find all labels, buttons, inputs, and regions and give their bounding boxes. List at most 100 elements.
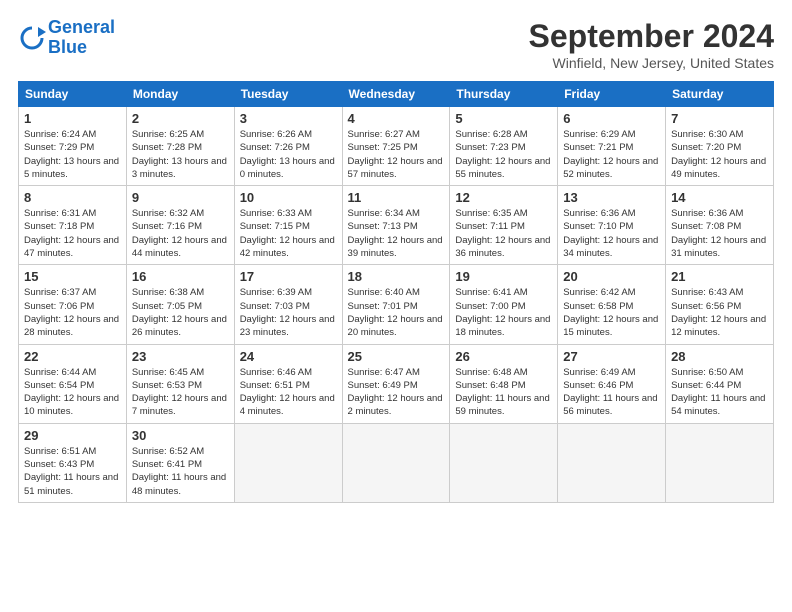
calendar-week-row: 8 Sunrise: 6:31 AMSunset: 7:18 PMDayligh… xyxy=(19,186,774,265)
table-row: 16 Sunrise: 6:38 AMSunset: 7:05 PMDaylig… xyxy=(126,265,234,344)
day-number: 28 xyxy=(671,349,768,364)
day-number: 17 xyxy=(240,269,337,284)
day-number: 15 xyxy=(24,269,121,284)
table-row xyxy=(450,423,558,502)
logo-icon xyxy=(18,24,46,52)
day-info: Sunrise: 6:37 AMSunset: 7:06 PMDaylight:… xyxy=(24,286,121,339)
day-info: Sunrise: 6:36 AMSunset: 7:08 PMDaylight:… xyxy=(671,207,768,260)
day-number: 5 xyxy=(455,111,552,126)
day-info: Sunrise: 6:49 AMSunset: 6:46 PMDaylight:… xyxy=(563,366,660,419)
col-tuesday: Tuesday xyxy=(234,82,342,107)
table-row xyxy=(234,423,342,502)
day-number: 25 xyxy=(348,349,445,364)
table-row: 17 Sunrise: 6:39 AMSunset: 7:03 PMDaylig… xyxy=(234,265,342,344)
day-number: 9 xyxy=(132,190,229,205)
table-row: 1 Sunrise: 6:24 AMSunset: 7:29 PMDayligh… xyxy=(19,107,127,186)
table-row: 20 Sunrise: 6:42 AMSunset: 6:58 PMDaylig… xyxy=(558,265,666,344)
col-monday: Monday xyxy=(126,82,234,107)
table-row: 12 Sunrise: 6:35 AMSunset: 7:11 PMDaylig… xyxy=(450,186,558,265)
calendar-week-row: 29 Sunrise: 6:51 AMSunset: 6:43 PMDaylig… xyxy=(19,423,774,502)
day-number: 3 xyxy=(240,111,337,126)
table-row: 15 Sunrise: 6:37 AMSunset: 7:06 PMDaylig… xyxy=(19,265,127,344)
day-info: Sunrise: 6:40 AMSunset: 7:01 PMDaylight:… xyxy=(348,286,445,339)
day-info: Sunrise: 6:42 AMSunset: 6:58 PMDaylight:… xyxy=(563,286,660,339)
table-row: 14 Sunrise: 6:36 AMSunset: 7:08 PMDaylig… xyxy=(666,186,774,265)
day-info: Sunrise: 6:32 AMSunset: 7:16 PMDaylight:… xyxy=(132,207,229,260)
header: General Blue September 2024 Winfield, Ne… xyxy=(18,18,774,71)
day-info: Sunrise: 6:36 AMSunset: 7:10 PMDaylight:… xyxy=(563,207,660,260)
day-info: Sunrise: 6:48 AMSunset: 6:48 PMDaylight:… xyxy=(455,366,552,419)
table-row: 13 Sunrise: 6:36 AMSunset: 7:10 PMDaylig… xyxy=(558,186,666,265)
table-row: 21 Sunrise: 6:43 AMSunset: 6:56 PMDaylig… xyxy=(666,265,774,344)
col-wednesday: Wednesday xyxy=(342,82,450,107)
table-row: 7 Sunrise: 6:30 AMSunset: 7:20 PMDayligh… xyxy=(666,107,774,186)
day-number: 24 xyxy=(240,349,337,364)
title-area: September 2024 Winfield, New Jersey, Uni… xyxy=(529,18,774,71)
day-info: Sunrise: 6:30 AMSunset: 7:20 PMDaylight:… xyxy=(671,128,768,181)
day-number: 19 xyxy=(455,269,552,284)
logo-text: General Blue xyxy=(48,18,115,58)
day-info: Sunrise: 6:25 AMSunset: 7:28 PMDaylight:… xyxy=(132,128,229,181)
table-row: 8 Sunrise: 6:31 AMSunset: 7:18 PMDayligh… xyxy=(19,186,127,265)
day-number: 21 xyxy=(671,269,768,284)
day-number: 10 xyxy=(240,190,337,205)
table-row xyxy=(666,423,774,502)
table-row: 27 Sunrise: 6:49 AMSunset: 6:46 PMDaylig… xyxy=(558,344,666,423)
table-row: 24 Sunrise: 6:46 AMSunset: 6:51 PMDaylig… xyxy=(234,344,342,423)
col-saturday: Saturday xyxy=(666,82,774,107)
calendar: Sunday Monday Tuesday Wednesday Thursday… xyxy=(18,81,774,503)
day-number: 7 xyxy=(671,111,768,126)
day-number: 13 xyxy=(563,190,660,205)
table-row: 25 Sunrise: 6:47 AMSunset: 6:49 PMDaylig… xyxy=(342,344,450,423)
table-row: 30 Sunrise: 6:52 AMSunset: 6:41 PMDaylig… xyxy=(126,423,234,502)
day-info: Sunrise: 6:43 AMSunset: 6:56 PMDaylight:… xyxy=(671,286,768,339)
day-info: Sunrise: 6:34 AMSunset: 7:13 PMDaylight:… xyxy=(348,207,445,260)
table-row: 29 Sunrise: 6:51 AMSunset: 6:43 PMDaylig… xyxy=(19,423,127,502)
calendar-header-row: Sunday Monday Tuesday Wednesday Thursday… xyxy=(19,82,774,107)
day-number: 30 xyxy=(132,428,229,443)
day-number: 16 xyxy=(132,269,229,284)
day-number: 23 xyxy=(132,349,229,364)
calendar-week-row: 22 Sunrise: 6:44 AMSunset: 6:54 PMDaylig… xyxy=(19,344,774,423)
table-row: 9 Sunrise: 6:32 AMSunset: 7:16 PMDayligh… xyxy=(126,186,234,265)
day-number: 11 xyxy=(348,190,445,205)
day-info: Sunrise: 6:31 AMSunset: 7:18 PMDaylight:… xyxy=(24,207,121,260)
day-info: Sunrise: 6:29 AMSunset: 7:21 PMDaylight:… xyxy=(563,128,660,181)
day-info: Sunrise: 6:28 AMSunset: 7:23 PMDaylight:… xyxy=(455,128,552,181)
table-row: 4 Sunrise: 6:27 AMSunset: 7:25 PMDayligh… xyxy=(342,107,450,186)
day-number: 22 xyxy=(24,349,121,364)
calendar-week-row: 15 Sunrise: 6:37 AMSunset: 7:06 PMDaylig… xyxy=(19,265,774,344)
day-number: 2 xyxy=(132,111,229,126)
day-number: 4 xyxy=(348,111,445,126)
day-number: 6 xyxy=(563,111,660,126)
table-row: 22 Sunrise: 6:44 AMSunset: 6:54 PMDaylig… xyxy=(19,344,127,423)
day-number: 12 xyxy=(455,190,552,205)
day-info: Sunrise: 6:51 AMSunset: 6:43 PMDaylight:… xyxy=(24,445,121,498)
table-row: 11 Sunrise: 6:34 AMSunset: 7:13 PMDaylig… xyxy=(342,186,450,265)
table-row xyxy=(558,423,666,502)
day-number: 1 xyxy=(24,111,121,126)
table-row: 5 Sunrise: 6:28 AMSunset: 7:23 PMDayligh… xyxy=(450,107,558,186)
table-row: 26 Sunrise: 6:48 AMSunset: 6:48 PMDaylig… xyxy=(450,344,558,423)
table-row: 3 Sunrise: 6:26 AMSunset: 7:26 PMDayligh… xyxy=(234,107,342,186)
table-row: 23 Sunrise: 6:45 AMSunset: 6:53 PMDaylig… xyxy=(126,344,234,423)
day-info: Sunrise: 6:50 AMSunset: 6:44 PMDaylight:… xyxy=(671,366,768,419)
day-number: 14 xyxy=(671,190,768,205)
day-info: Sunrise: 6:47 AMSunset: 6:49 PMDaylight:… xyxy=(348,366,445,419)
day-info: Sunrise: 6:33 AMSunset: 7:15 PMDaylight:… xyxy=(240,207,337,260)
table-row: 2 Sunrise: 6:25 AMSunset: 7:28 PMDayligh… xyxy=(126,107,234,186)
page: General Blue September 2024 Winfield, Ne… xyxy=(0,0,792,612)
day-info: Sunrise: 6:26 AMSunset: 7:26 PMDaylight:… xyxy=(240,128,337,181)
table-row: 6 Sunrise: 6:29 AMSunset: 7:21 PMDayligh… xyxy=(558,107,666,186)
day-info: Sunrise: 6:24 AMSunset: 7:29 PMDaylight:… xyxy=(24,128,121,181)
day-info: Sunrise: 6:46 AMSunset: 6:51 PMDaylight:… xyxy=(240,366,337,419)
table-row: 19 Sunrise: 6:41 AMSunset: 7:00 PMDaylig… xyxy=(450,265,558,344)
logo: General Blue xyxy=(18,18,115,58)
day-number: 27 xyxy=(563,349,660,364)
day-number: 20 xyxy=(563,269,660,284)
day-info: Sunrise: 6:39 AMSunset: 7:03 PMDaylight:… xyxy=(240,286,337,339)
day-info: Sunrise: 6:44 AMSunset: 6:54 PMDaylight:… xyxy=(24,366,121,419)
col-sunday: Sunday xyxy=(19,82,127,107)
day-info: Sunrise: 6:38 AMSunset: 7:05 PMDaylight:… xyxy=(132,286,229,339)
day-info: Sunrise: 6:52 AMSunset: 6:41 PMDaylight:… xyxy=(132,445,229,498)
